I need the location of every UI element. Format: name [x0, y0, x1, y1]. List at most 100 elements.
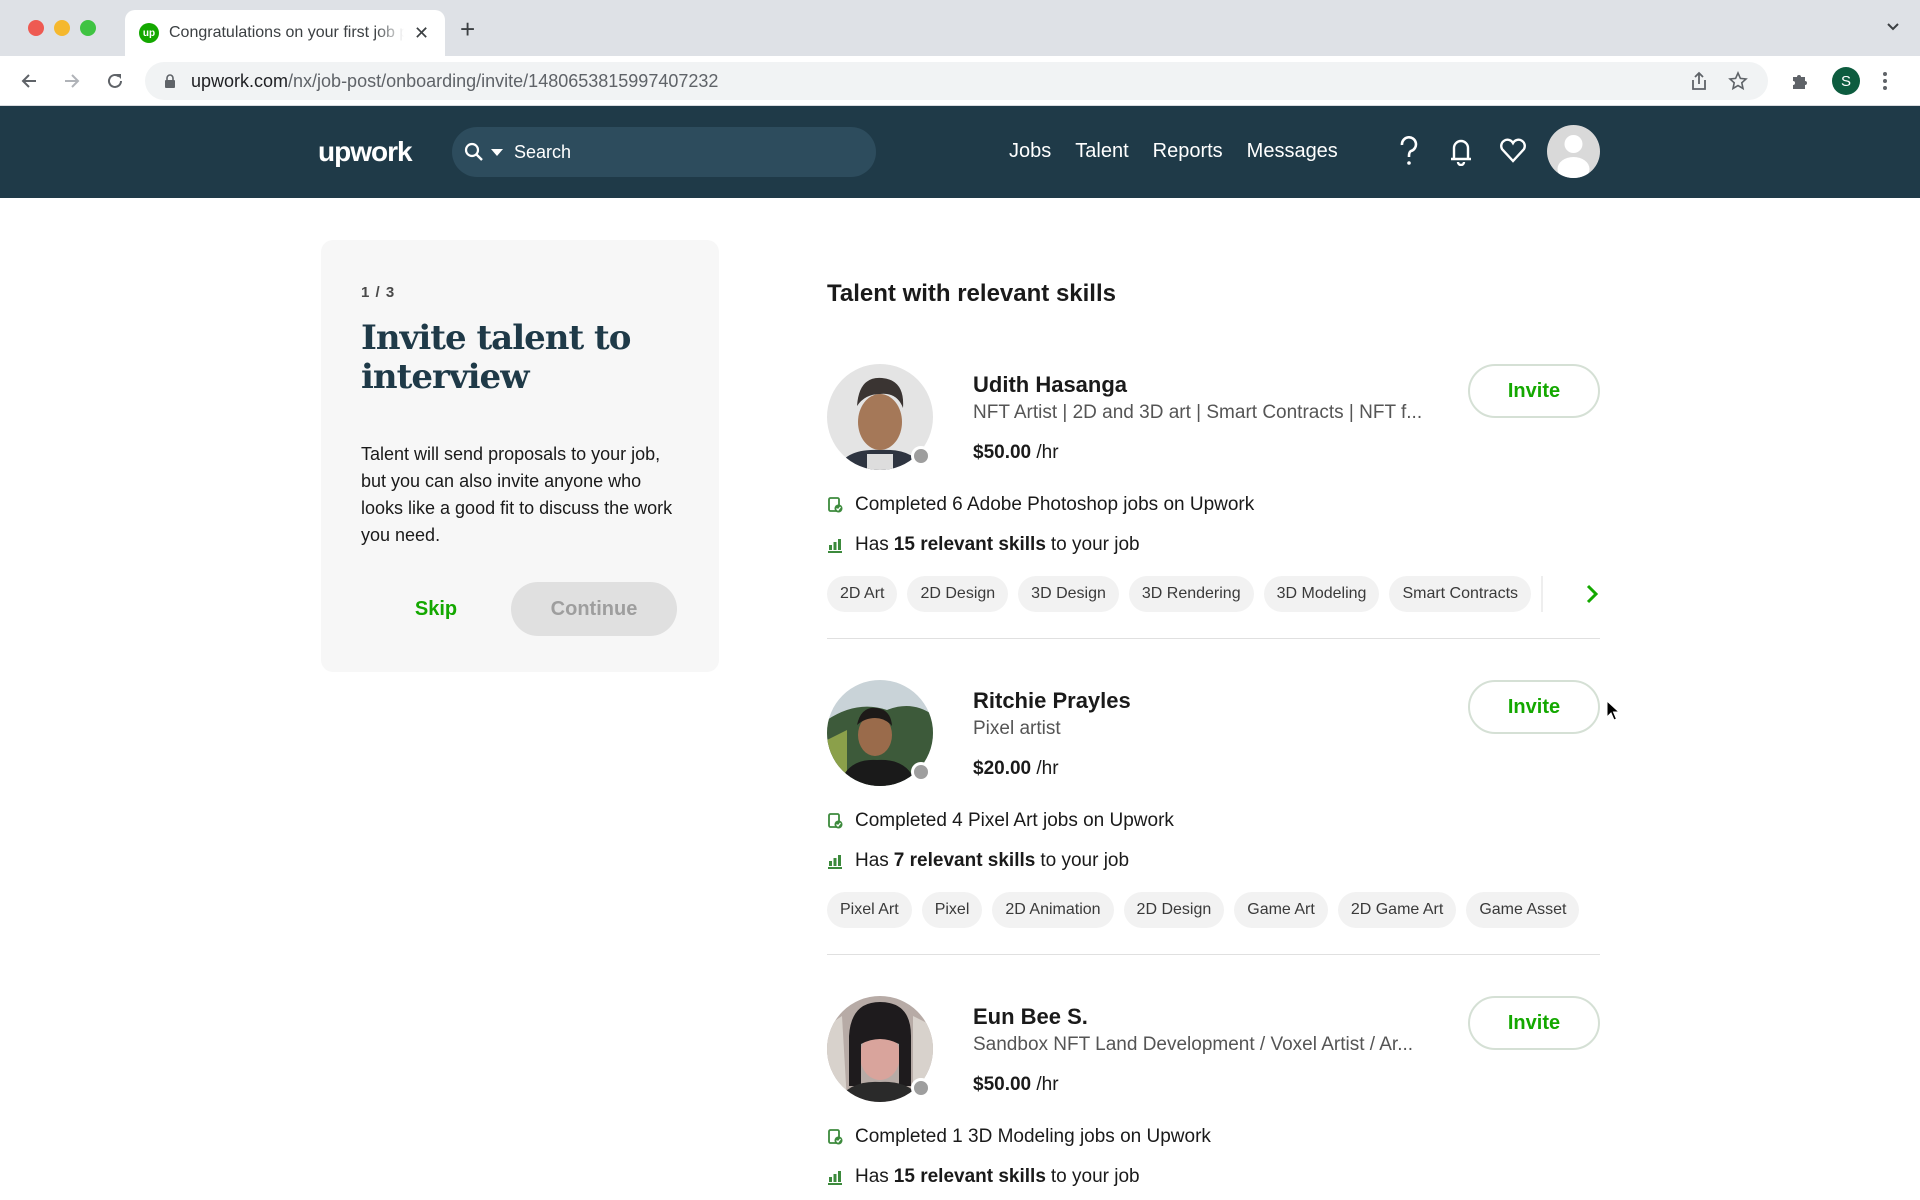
window-maximize-button[interactable]: [80, 20, 96, 36]
skill-chip[interactable]: Game Art: [1234, 892, 1328, 928]
skill-chip[interactable]: 3D Rendering: [1128, 576, 1254, 612]
browser-menu-icon[interactable]: [1882, 71, 1888, 91]
divider: [827, 954, 1600, 955]
skill-chip[interactable]: Pixel Art: [827, 892, 912, 928]
talent-card: Udith Hasanga NFT Artist | 2D and 3D art…: [827, 364, 1600, 624]
search-input[interactable]: Search: [452, 127, 876, 177]
skill-chip[interactable]: Pixel: [921, 892, 983, 928]
reload-button[interactable]: [102, 68, 128, 94]
skill-chip[interactable]: Game Asset: [1466, 892, 1580, 928]
step-indicator: 1 / 3: [361, 284, 396, 301]
rate-unit: /hr: [1036, 1074, 1059, 1095]
upwork-logo[interactable]: upwork: [318, 136, 413, 168]
rate-amount: $20.00: [973, 758, 1032, 779]
help-icon[interactable]: [1394, 134, 1424, 168]
skill-chip[interactable]: 3D Modeling: [1263, 576, 1380, 612]
skill-chip[interactable]: 2D Game Art: [1337, 892, 1457, 928]
back-arrow-icon: [21, 74, 36, 88]
talent-rate: $50.00 /hr: [973, 1074, 1059, 1096]
upwork-favicon-icon: up: [139, 23, 159, 43]
skill-chip[interactable]: 3D Design: [1018, 576, 1119, 612]
relevant-skills-stat: Has 15 relevant skills to your job: [827, 534, 1140, 556]
browser-profile-avatar[interactable]: S: [1832, 67, 1860, 95]
skill-chip[interactable]: 2D Animation: [992, 892, 1114, 928]
talent-list-title: Talent with relevant skills: [827, 280, 1116, 307]
skills-suffix: to your job: [1050, 534, 1140, 555]
skill-chip[interactable]: 2D Design: [1123, 892, 1225, 928]
completed-jobs-text: Completed 6 Adobe Photoshop jobs on Upwo…: [855, 494, 1255, 515]
nav-talent[interactable]: Talent: [1075, 140, 1128, 163]
skills-next-button[interactable]: [1582, 576, 1602, 612]
tab-title: Congratulations on your first job post: [169, 24, 404, 41]
skills-prefix: Has: [855, 534, 889, 555]
search-type-dropdown-icon[interactable]: [490, 147, 504, 157]
mouse-cursor-icon: [1606, 700, 1620, 721]
skills-suffix: to your job: [1050, 1166, 1140, 1187]
skill-chip[interactable]: 2D Design: [907, 576, 1009, 612]
invite-button[interactable]: Invite: [1468, 364, 1600, 418]
main-nav: Jobs Talent Reports Messages: [1009, 140, 1338, 163]
talent-card: Ritchie Prayles Pixel artist $20.00 /hr …: [827, 680, 1600, 940]
talent-name[interactable]: Ritchie Prayles: [973, 688, 1131, 714]
share-icon[interactable]: [1690, 71, 1708, 91]
completed-jobs-stat: Completed 1 3D Modeling jobs on Upwork: [827, 1126, 1211, 1148]
bookmark-star-icon[interactable]: [1728, 71, 1748, 91]
invite-button[interactable]: Invite: [1468, 996, 1600, 1050]
forward-button[interactable]: [59, 68, 85, 94]
favorites-heart-icon[interactable]: [1498, 134, 1528, 168]
skill-chip[interactable]: Smart Contracts: [1389, 576, 1532, 612]
window-minimize-button[interactable]: [54, 20, 70, 36]
talent-headline: NFT Artist | 2D and 3D art | Smart Contr…: [973, 402, 1423, 423]
browser-tab[interactable]: up Congratulations on your first job pos…: [125, 10, 445, 56]
skills-suffix: to your job: [1040, 850, 1130, 871]
search-icon: [464, 142, 483, 161]
completed-jobs-icon: [827, 813, 843, 829]
skills-chart-icon: [827, 537, 843, 553]
offline-status-indicator: [911, 762, 931, 782]
rate-amount: $50.00: [973, 442, 1032, 463]
tab-search-chevron-icon[interactable]: [1886, 20, 1900, 34]
completed-jobs-stat: Completed 4 Pixel Art jobs on Upwork: [827, 810, 1174, 832]
tab-close-icon[interactable]: ✕: [414, 23, 429, 44]
skills-prefix: Has: [855, 850, 889, 871]
talent-name[interactable]: Eun Bee S.: [973, 1004, 1088, 1030]
talent-card: Eun Bee S. Sandbox NFT Land Development …: [827, 996, 1600, 1200]
invite-button[interactable]: Invite: [1468, 680, 1600, 734]
url-host: upwork.com: [191, 70, 289, 91]
talent-headline: Sandbox NFT Land Development / Voxel Art…: [973, 1034, 1414, 1055]
nav-jobs[interactable]: Jobs: [1009, 140, 1051, 163]
skills-count: 15 relevant skills: [893, 1166, 1046, 1187]
user-avatar[interactable]: [1547, 125, 1600, 178]
completed-jobs-text: Completed 1 3D Modeling jobs on Upwork: [855, 1126, 1211, 1147]
skills-list: 2D Art 2D Design 3D Design 3D Rendering …: [827, 576, 1547, 612]
talent-headline: Pixel artist: [973, 718, 1061, 739]
skill-chip[interactable]: 2D Art: [827, 576, 898, 612]
relevant-skills-stat: Has 15 relevant skills to your job: [827, 1166, 1140, 1188]
skills-overflow-fade: [1541, 576, 1547, 612]
nav-reports[interactable]: Reports: [1153, 140, 1223, 163]
rate-unit: /hr: [1036, 442, 1059, 463]
extensions-puzzle-icon[interactable]: [1790, 71, 1810, 91]
browser-toolbar: upwork.com/nx/job-post/onboarding/invite…: [0, 56, 1920, 106]
address-bar[interactable]: upwork.com/nx/job-post/onboarding/invite…: [145, 62, 1768, 100]
continue-button[interactable]: Continue: [511, 582, 677, 636]
skills-list: Pixel Art Pixel 2D Animation 2D Design G…: [827, 892, 1580, 928]
new-tab-button[interactable]: +: [460, 16, 475, 42]
completed-jobs-text: Completed 4 Pixel Art jobs on Upwork: [855, 810, 1174, 831]
chevron-right-icon: [1586, 584, 1599, 604]
offline-status-indicator: [911, 1078, 931, 1098]
back-button[interactable]: [16, 68, 42, 94]
skills-count: 15 relevant skills: [893, 534, 1046, 555]
skills-prefix: Has: [855, 1166, 889, 1187]
nav-messages[interactable]: Messages: [1247, 140, 1338, 163]
page-title: Invite talent to interview: [361, 318, 631, 397]
skills-count: 7 relevant skills: [893, 850, 1036, 871]
talent-name[interactable]: Udith Hasanga: [973, 372, 1127, 398]
skip-button[interactable]: Skip: [361, 598, 511, 621]
skills-chart-icon: [827, 853, 843, 869]
relevant-skills-stat: Has 7 relevant skills to your job: [827, 850, 1129, 872]
window-close-button[interactable]: [28, 20, 44, 36]
user-placeholder-icon: [1557, 135, 1590, 178]
url-path: /nx/job-post/onboarding/invite/148065381…: [288, 70, 719, 91]
notifications-bell-icon[interactable]: [1446, 134, 1476, 168]
